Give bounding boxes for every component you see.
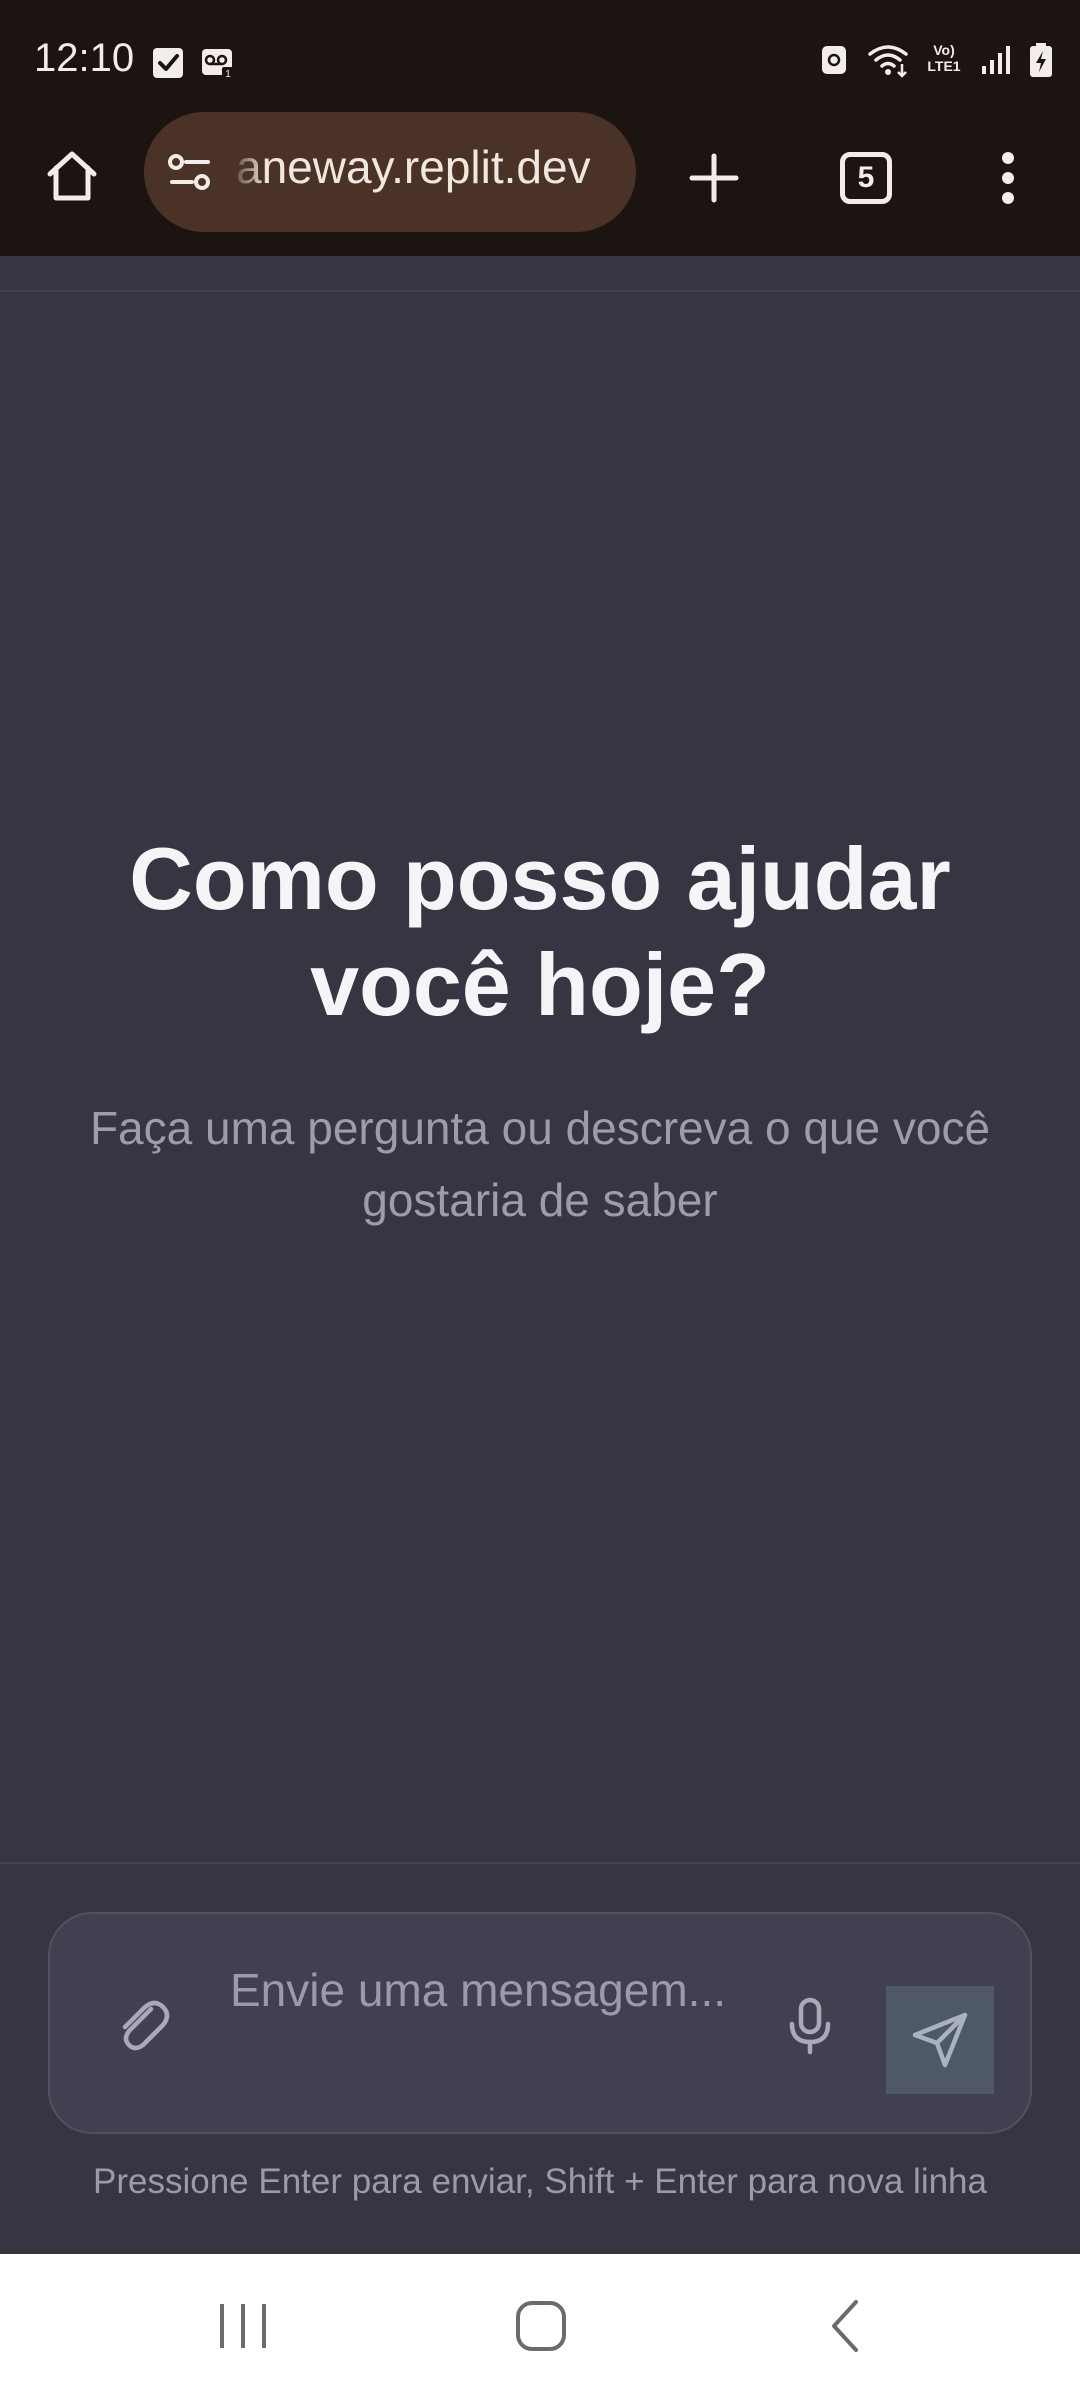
recent-apps-icon[interactable] (206, 2294, 280, 2358)
wifi-icon (868, 45, 908, 78)
paperclip-icon (122, 2000, 170, 2051)
battery-charging-icon (1030, 43, 1052, 77)
composer-hint: Pressione Enter para enviar, Shift + Ent… (92, 2162, 987, 2201)
home-circle-icon[interactable] (504, 2294, 578, 2358)
system-nav-bar (0, 2254, 1080, 2400)
new-tab-button[interactable] (678, 142, 750, 214)
browser-toolbar: aneway.replit.dev 5 (0, 112, 1080, 256)
header-divider (0, 290, 1080, 292)
attach-button[interactable] (106, 1990, 178, 2062)
send-button[interactable] (886, 1986, 994, 2094)
voicemail-icon: 1 (202, 49, 234, 80)
home-icon (47, 151, 97, 201)
hero-title: Como posso ajudar você hoje? (129, 829, 951, 1034)
send-icon (912, 2012, 968, 2068)
signal-icon (982, 46, 1010, 74)
microphone-icon (789, 1997, 831, 2055)
browser-home-button[interactable] (36, 140, 108, 212)
tab-count: 5 (857, 161, 875, 194)
url-text: aneway.replit.dev (236, 141, 591, 193)
phone-screen: 12:10 1 Vo) LTE1 aneway.replit.dev 5 Com… (0, 0, 1080, 2400)
back-icon[interactable] (810, 2294, 884, 2358)
vpn-icon (822, 46, 846, 74)
url-fade (230, 122, 266, 222)
svg-text:1: 1 (225, 69, 231, 80)
message-composer (48, 1912, 1032, 2134)
tab-switcher-icon: 5 (840, 152, 892, 204)
voice-input-button[interactable] (774, 1990, 846, 2062)
chat-page: Como posso ajudar você hoje? Faça uma pe… (0, 256, 1080, 2254)
composer-divider (0, 1862, 1080, 1864)
plus-icon (689, 153, 739, 203)
status-bar: 12:10 1 Vo) LTE1 (0, 0, 1080, 120)
status-left-icons: 1 (150, 45, 236, 81)
volte-indicator: Vo) LTE1 (924, 42, 964, 78)
check-notification-icon (153, 48, 183, 78)
status-time: 12:10 (34, 36, 135, 80)
more-vert-icon (1002, 152, 1014, 204)
volte-label: Vo) LTE1 (927, 42, 961, 74)
message-input[interactable] (230, 1954, 770, 2104)
hero-subtitle: Faça uma pergunta ou descreva o que você… (89, 1102, 991, 1226)
tab-switcher-button[interactable]: 5 (830, 142, 902, 214)
status-right-icons: Vo) LTE1 (816, 42, 1054, 78)
address-bar[interactable]: aneway.replit.dev (144, 112, 636, 232)
browser-menu-button[interactable] (972, 142, 1044, 214)
site-settings-icon[interactable] (166, 148, 214, 196)
